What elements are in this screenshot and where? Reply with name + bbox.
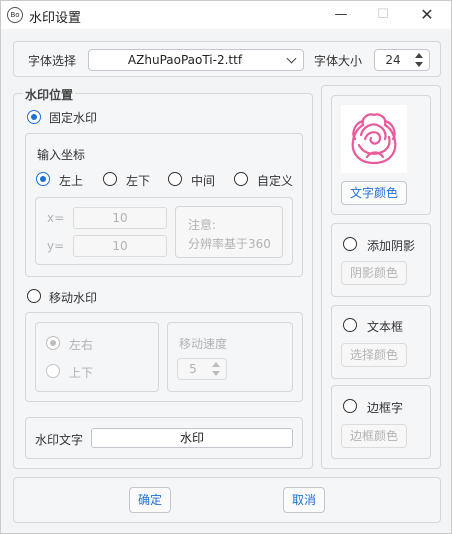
window-title: 水印设置 (29, 11, 82, 26)
moving-watermark-label: 移动水印 (49, 291, 98, 305)
direction-panel (35, 322, 159, 392)
title-bar[interactable]: Bo 水印设置 — ☐ ✕ (1, 1, 451, 29)
spin-down-icon[interactable] (212, 371, 220, 376)
dir-horizontal-label: 左右 (69, 338, 94, 352)
watermark-settings-window: Bo 水印设置 — ☐ ✕ 字体选择 AZhuPaoPaoTi-2.ttf 字体… (0, 0, 452, 534)
font-label: 字体选择 (28, 54, 77, 68)
app-icon: Bo (7, 7, 23, 23)
pos-bottom-left-label: 左下 (126, 174, 151, 188)
pos-custom-label: 自定义 (257, 174, 294, 188)
spin-up-icon[interactable] (415, 53, 423, 58)
note-line-2: 分辨率基于360 (188, 237, 271, 251)
shadow-label: 添加阴影 (367, 239, 416, 253)
coord-title: 输入坐标 (37, 148, 86, 162)
shadow-radio[interactable] (343, 237, 357, 251)
font-size-value: 24 (385, 53, 401, 67)
text-color-button[interactable]: 文字颜色 (341, 181, 407, 205)
dir-horizontal-radio[interactable] (46, 336, 60, 350)
speed-panel (167, 322, 293, 392)
spin-up-icon[interactable] (212, 362, 220, 367)
y-label: y= (47, 239, 65, 253)
x-label: x= (47, 211, 65, 225)
font-size-stepper[interactable]: 24 (374, 49, 430, 71)
textbox-radio[interactable] (343, 318, 357, 332)
textbox-label: 文本框 (367, 320, 404, 334)
border-text-label: 边框字 (367, 401, 404, 415)
pos-top-left-label: 左上 (59, 174, 84, 188)
speed-label: 移动速度 (179, 337, 228, 351)
minimize-button[interactable]: — (323, 3, 359, 27)
close-button[interactable]: ✕ (409, 3, 445, 27)
rose-icon (341, 105, 407, 173)
maximize-button[interactable]: ☐ (365, 3, 401, 27)
chevron-down-icon (286, 53, 297, 64)
pos-bottom-left-radio[interactable] (103, 172, 117, 186)
resolution-note: 注意: 分辨率基于360 (175, 206, 283, 258)
pos-top-left-radio[interactable] (36, 172, 50, 186)
font-combo-value: AZhuPaoPaoTi-2.ttf (127, 53, 243, 67)
shadow-panel (331, 223, 431, 297)
spin-down-icon[interactable] (415, 62, 423, 67)
pos-center-radio[interactable] (168, 172, 182, 186)
watermark-text-label: 水印文字 (35, 433, 84, 447)
x-input[interactable]: 10 (73, 207, 167, 229)
fixed-watermark-label: 固定水印 (49, 111, 98, 125)
cancel-button[interactable]: 取消 (283, 487, 325, 513)
y-input[interactable]: 10 (73, 235, 167, 257)
watermark-text-input[interactable]: 水印 (91, 428, 293, 448)
border-color-button[interactable]: 边框颜色 (341, 424, 407, 448)
pos-center-label: 中间 (191, 174, 216, 188)
font-combo[interactable]: AZhuPaoPaoTi-2.ttf (88, 49, 304, 71)
note-line-1: 注意: (188, 218, 217, 232)
moving-watermark-radio[interactable] (27, 289, 41, 303)
font-size-label: 字体大小 (314, 54, 363, 68)
textbox-panel (331, 305, 431, 379)
speed-value: 5 (189, 362, 197, 376)
dir-vertical-radio[interactable] (46, 364, 60, 378)
footer-panel (13, 477, 441, 523)
pos-custom-radio[interactable] (234, 172, 248, 186)
ok-button[interactable]: 确定 (129, 487, 171, 513)
dir-vertical-label: 上下 (69, 366, 94, 380)
fixed-watermark-radio[interactable] (27, 110, 41, 124)
border-text-radio[interactable] (343, 399, 357, 413)
position-group-title: 水印位置 (23, 86, 76, 103)
font-row-panel: 字体选择 AZhuPaoPaoTi-2.ttf 字体大小 24 (13, 41, 441, 77)
speed-stepper[interactable]: 5 (177, 358, 227, 380)
shadow-color-button[interactable]: 阴影颜色 (341, 261, 407, 285)
select-color-button[interactable]: 选择颜色 (341, 343, 407, 367)
